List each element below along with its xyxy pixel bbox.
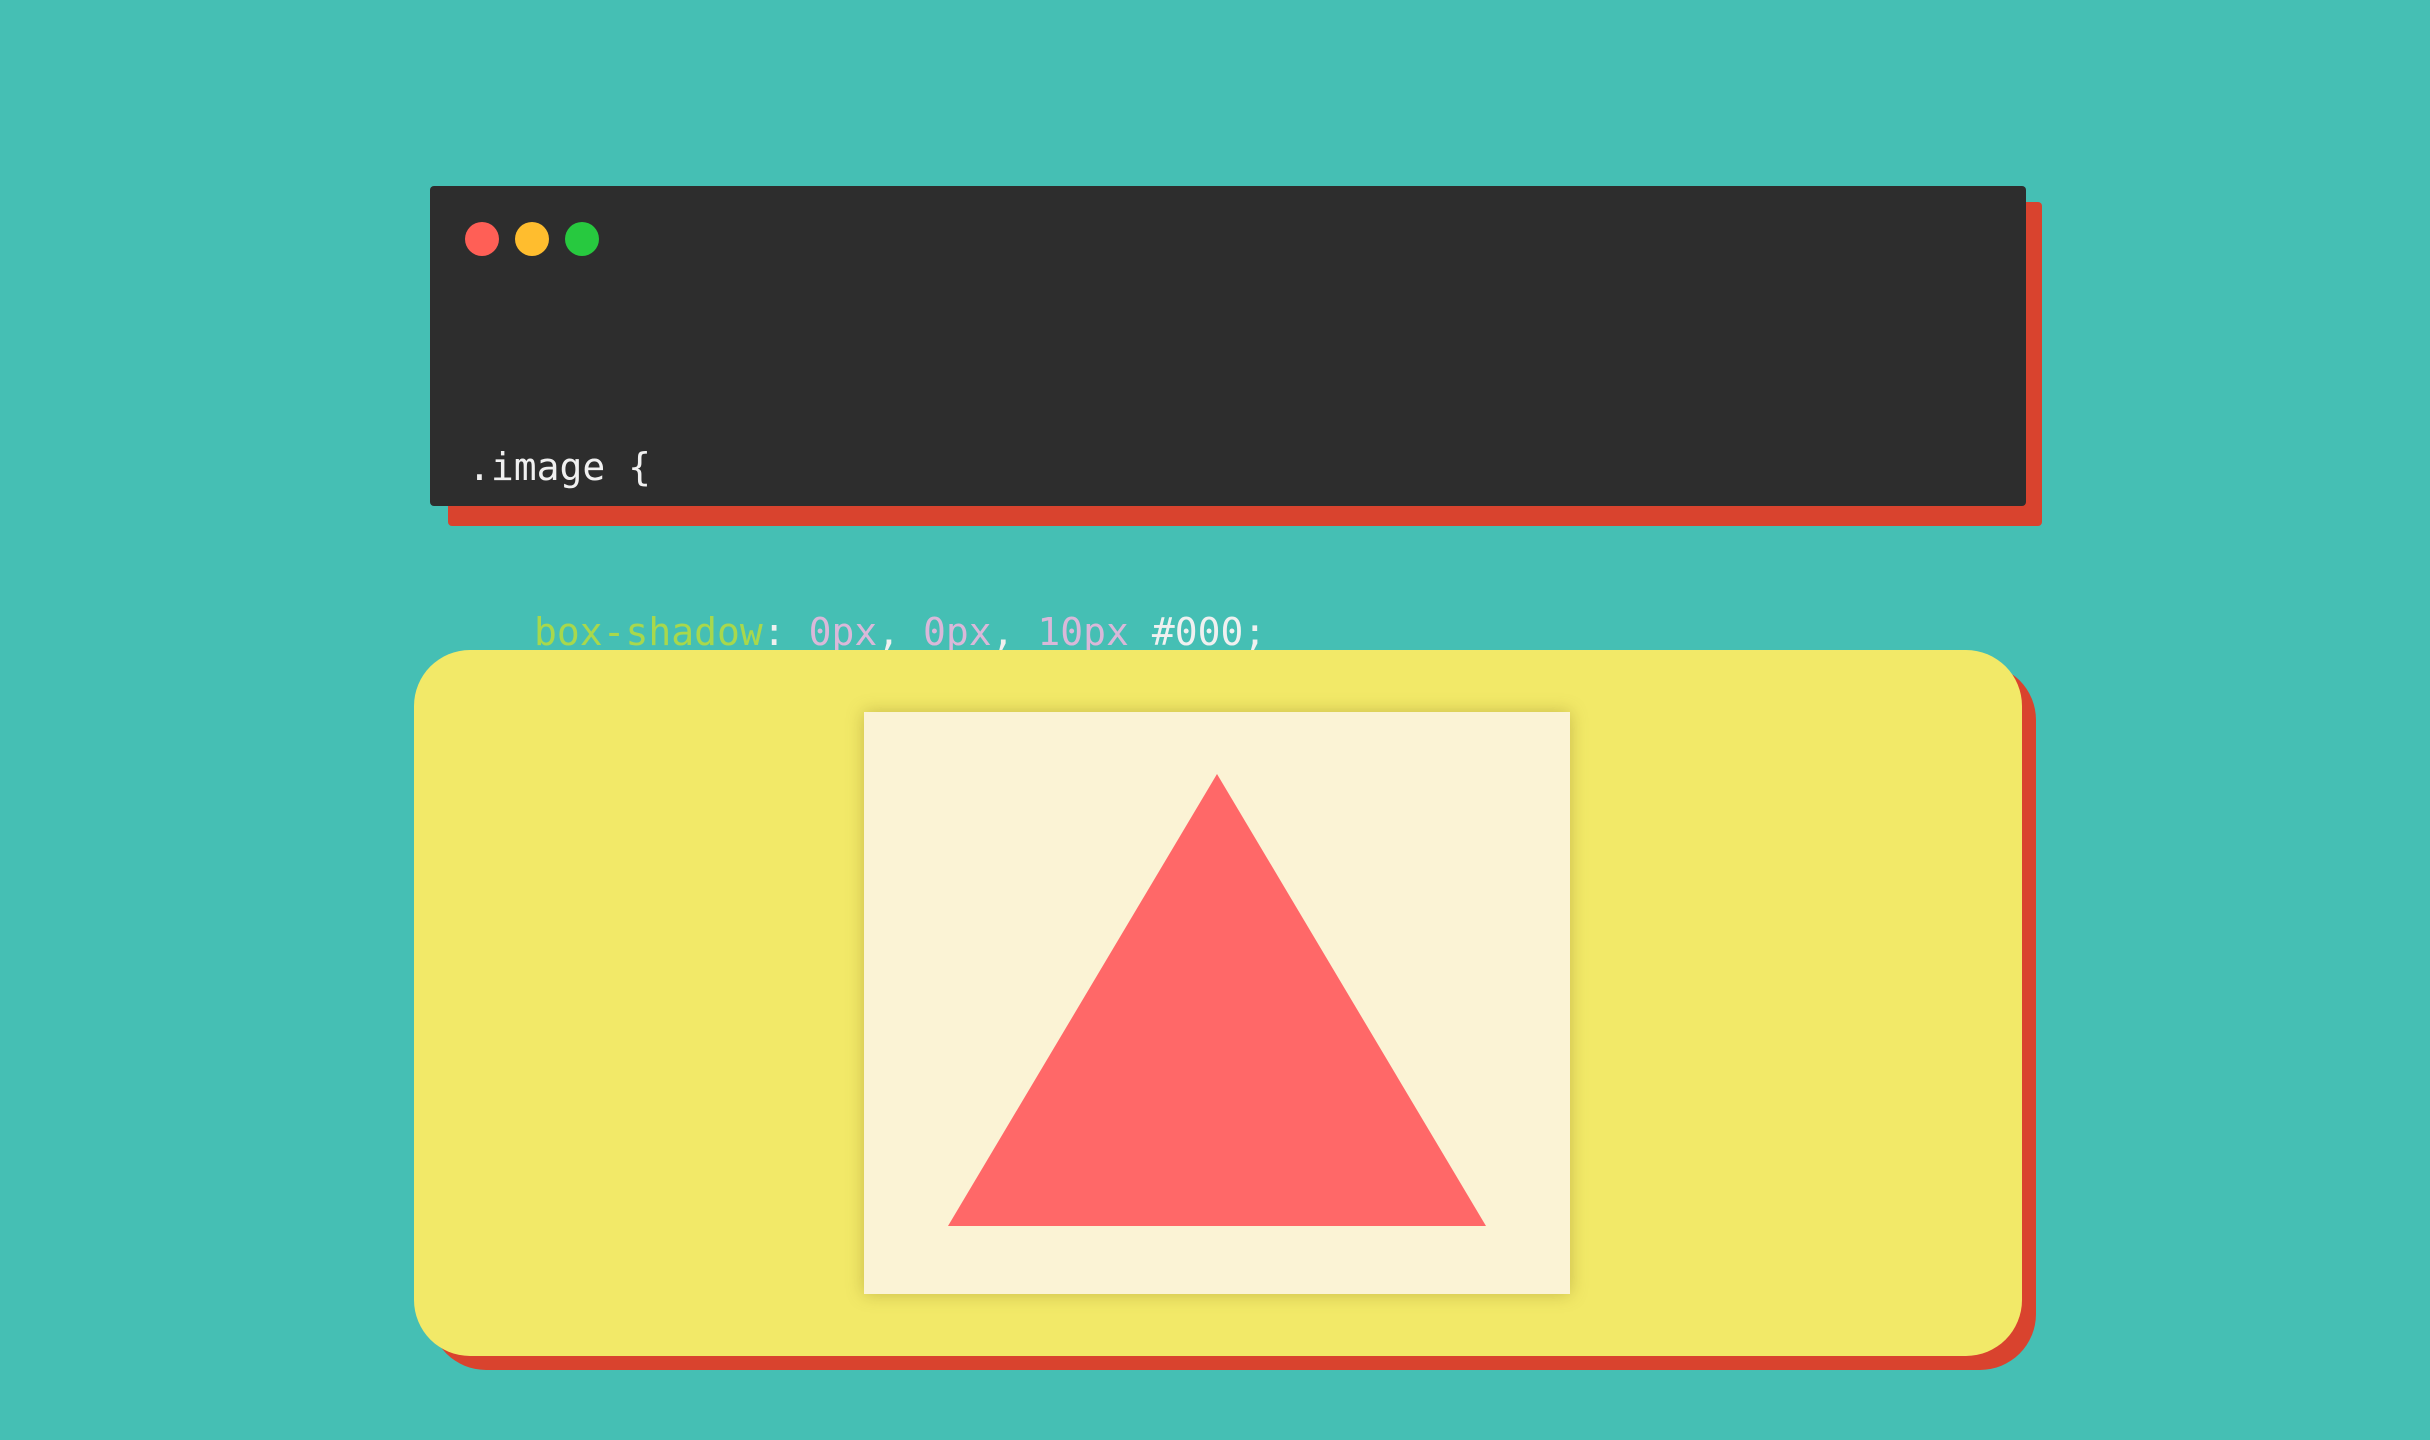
code-value-1: 0px — [808, 610, 878, 654]
preview-image — [864, 712, 1570, 1294]
code-window: .image { box-shadow: 0px, 0px, 10px #000… — [430, 186, 2026, 819]
triangle-icon — [948, 774, 1486, 1226]
code-comma-1: , — [877, 610, 901, 654]
maximize-icon[interactable] — [565, 222, 599, 256]
window-controls — [465, 222, 599, 258]
close-icon[interactable] — [465, 222, 499, 256]
code-line-1: .image { — [468, 440, 1266, 495]
triangle-shape — [948, 774, 1486, 1226]
minimize-icon[interactable] — [515, 222, 549, 256]
code-colon: : — [762, 610, 786, 654]
code-comma-2: , — [991, 610, 1015, 654]
code-value-3: 10px — [1037, 610, 1129, 654]
code-value-2: 0px — [922, 610, 992, 654]
preview-card — [414, 650, 2022, 1356]
code-color-value: #000; — [1151, 610, 1267, 654]
code-property: box-shadow — [534, 610, 763, 654]
code-selector: .image { — [468, 445, 652, 489]
